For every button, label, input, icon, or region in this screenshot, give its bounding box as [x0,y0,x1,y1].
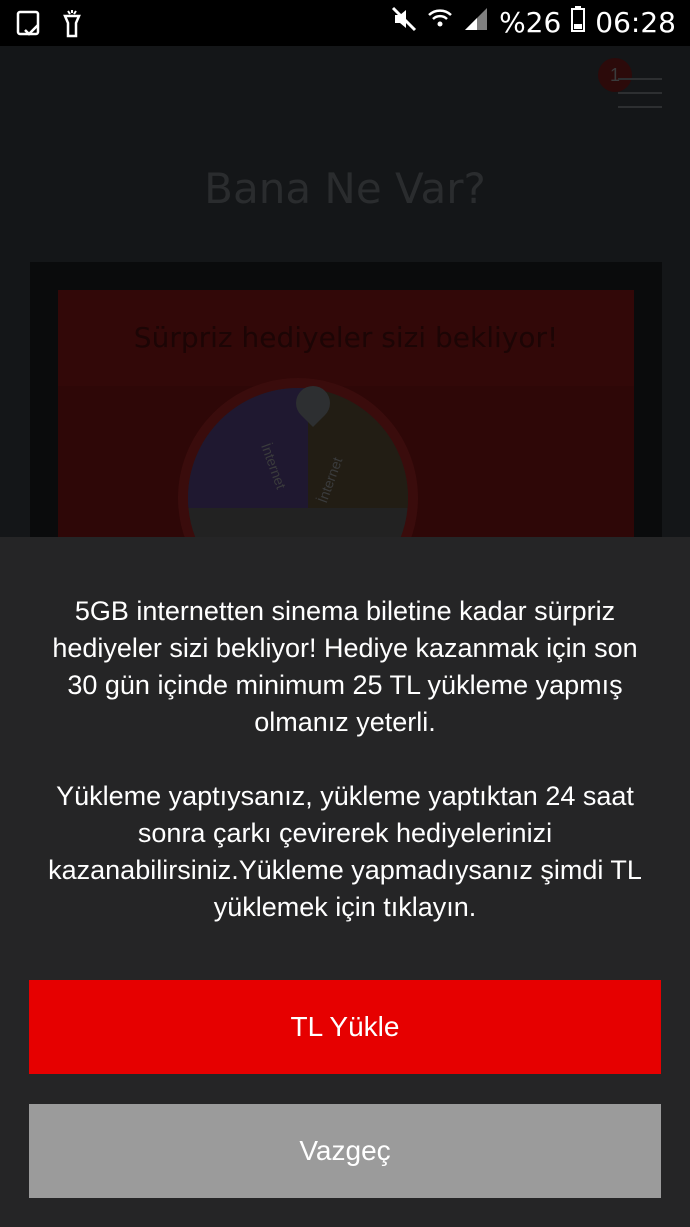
dialog-message-paragraph: Yükleme yaptıysanız, yükleme yaptıktan 2… [48,781,642,922]
flashlight-icon [62,10,82,43]
battery-percent: %26 [499,6,562,39]
battery-icon [571,6,586,39]
page-title: Bana Ne Var? [204,164,486,213]
hamburger-menu-icon [618,78,662,112]
mute-icon [391,6,417,39]
signal-icon [463,6,489,39]
status-bar: %26 06:28 [0,0,690,46]
dialog-message: 5GB internetten sinema biletine kadar sü… [40,593,650,926]
status-right: %26 06:28 [391,6,676,39]
info-dialog: 5GB internetten sinema biletine kadar sü… [0,537,690,1227]
dialog-message-paragraph: 5GB internetten sinema biletine kadar sü… [52,596,638,737]
tl-yukle-button[interactable]: TL Yükle [29,980,661,1074]
status-left-icons [16,10,82,43]
cancel-button[interactable]: Vazgeç [29,1104,661,1198]
campaign-banner: Sürpriz hediyeler sizi bekliyor! [58,290,634,386]
tablet-check-icon [16,10,42,43]
wifi-icon [427,6,453,39]
clock: 06:28 [595,6,676,39]
